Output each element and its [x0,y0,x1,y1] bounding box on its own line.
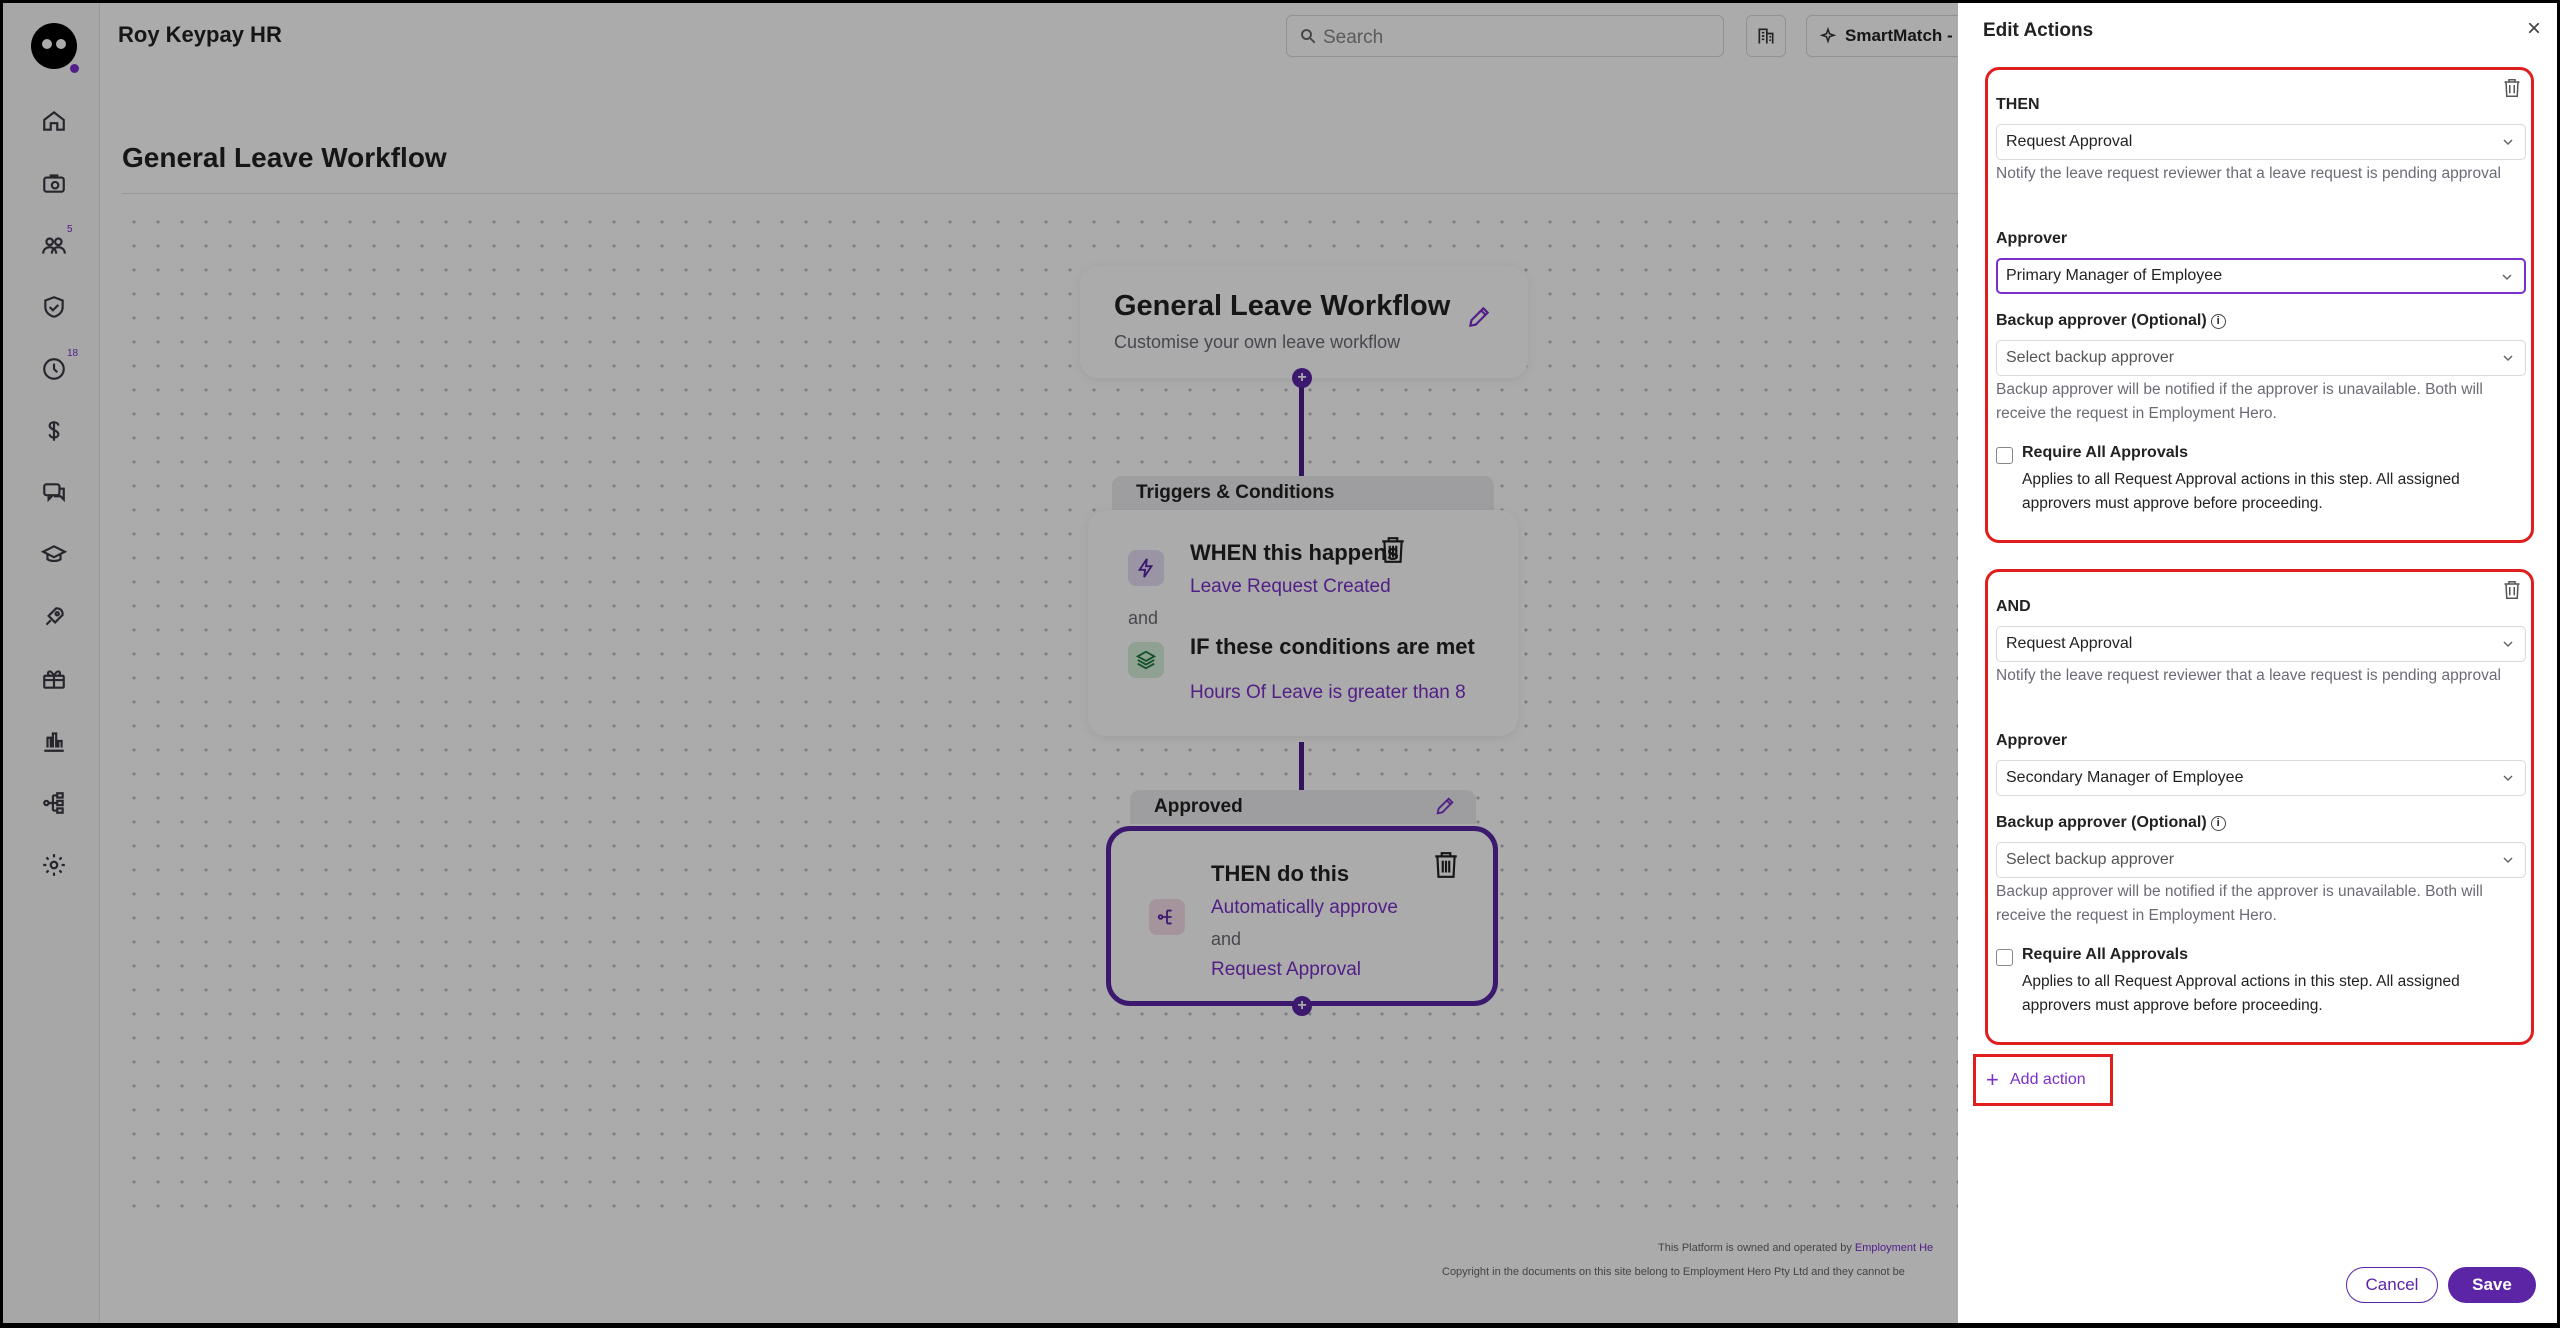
action-type-value: Request Approval [2006,133,2133,150]
require-all-checkbox[interactable] [1996,447,2013,464]
info-icon[interactable]: i [2210,816,2226,831]
action-card: THEN Request Approval Notify the leave r… [1985,67,2534,543]
backup-approver-help: Backup approver will be notified if the … [1996,883,2483,924]
approver-value: Secondary Manager of Employee [2006,769,2244,786]
save-button[interactable]: Save [2448,1267,2536,1303]
approver-label: Approver [1996,732,2068,749]
action-type-select[interactable]: Request Approval [1996,124,2526,160]
require-all-desc: Applies to all Request Approval actions … [2022,471,2460,512]
drawer-title: Edit Actions [1983,20,2094,41]
action-card: AND Request Approval Notify the leave re… [1985,569,2534,1045]
backup-approver-label: Backup approver (Optional) i [1996,814,2226,832]
require-all-title: Require All Approvals [2022,946,2188,963]
require-all-desc: Applies to all Request Approval actions … [2022,973,2460,1014]
backup-approver-label: Backup approver (Optional) i [1996,312,2226,330]
chevron-down-icon [2503,775,2513,782]
chevron-down-icon [2502,274,2512,281]
backup-approver-help: Backup approver will be notified if the … [1996,381,2483,422]
approver-select[interactable]: Secondary Manager of Employee [1996,760,2526,796]
backup-approver-label-text: Backup approver (Optional) [1996,312,2207,329]
add-action-label: Add action [2010,1071,2086,1088]
plus-icon: + [1986,1067,1999,1092]
modal-overlay[interactable] [0,0,1958,1328]
action-help: Notify the leave request reviewer that a… [1996,667,2501,684]
require-all-title: Require All Approvals [2022,444,2188,461]
approver-select[interactable]: Primary Manager of Employee [1996,258,2526,294]
add-action-button[interactable]: + Add action [1973,1054,2113,1106]
cancel-button[interactable]: Cancel [2346,1267,2438,1303]
backup-approver-label-text: Backup approver (Optional) [1996,814,2207,831]
require-all-checkbox[interactable] [1996,949,2013,966]
action-help: Notify the leave request reviewer that a… [1996,165,2501,182]
info-icon[interactable]: i [2210,314,2226,329]
action-type-value: Request Approval [2006,635,2133,652]
backup-approver-placeholder: Select backup approver [2006,851,2175,868]
approver-label: Approver [1996,230,2068,247]
edit-actions-drawer: Edit Actions × THEN Request Approval Not… [1958,0,2560,1328]
trash-icon[interactable] [2503,580,2521,600]
chevron-down-icon [2503,641,2513,648]
backup-approver-select[interactable]: Select backup approver [1996,842,2526,878]
backup-approver-placeholder: Select backup approver [2006,349,2175,366]
action-label: AND [1996,598,2031,615]
chevron-down-icon [2503,355,2513,362]
action-type-select[interactable]: Request Approval [1996,626,2526,662]
approver-value: Primary Manager of Employee [2006,267,2223,284]
chevron-down-icon [2503,857,2513,864]
close-icon[interactable]: × [2522,17,2546,41]
backup-approver-select[interactable]: Select backup approver [1996,340,2526,376]
chevron-down-icon [2503,139,2513,146]
trash-icon[interactable] [2503,78,2521,98]
action-label: THEN [1996,96,2040,113]
